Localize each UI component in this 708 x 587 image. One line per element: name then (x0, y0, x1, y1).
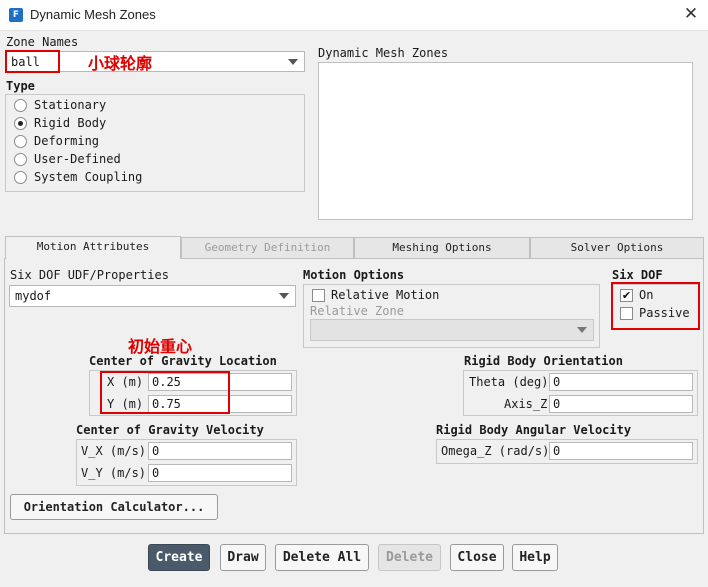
close-icon[interactable]: ✕ (680, 3, 702, 25)
chevron-down-icon (577, 327, 587, 333)
annotation-ball-outline: 小球轮廓 (88, 54, 153, 73)
radio-system-coupling[interactable] (14, 171, 27, 184)
tab-meshing-options[interactable]: Meshing Options (354, 237, 530, 259)
axis-z-label: Axis_Z (504, 397, 548, 411)
relative-motion-label: Relative Motion (331, 288, 440, 302)
vx-input[interactable]: 0 (148, 442, 292, 460)
theta-input[interactable]: 0 (549, 373, 693, 391)
tab-motion-attributes[interactable]: Motion Attributes (5, 236, 181, 259)
dynamic-zones-list[interactable] (318, 62, 693, 220)
six-dof-label: Six DOF (612, 268, 663, 282)
radio-user-defined-label: User-Defined (34, 152, 121, 166)
zone-names-label: Zone Names (6, 35, 79, 49)
six-dof-udf-label: Six DOF UDF/Properties (10, 268, 169, 282)
vy-input[interactable]: 0 (148, 464, 292, 482)
highlight-zone-name (5, 50, 60, 73)
cg-velocity-label: Center of Gravity Velocity (76, 423, 264, 437)
highlight-six-dof (611, 282, 700, 330)
radio-stationary-label: Stationary (34, 98, 107, 112)
highlight-cg-location (100, 371, 230, 414)
vx-label: V_X (m/s) (81, 444, 147, 458)
dynamic-zones-label: Dynamic Mesh Zones (318, 46, 449, 60)
radio-deforming-label: Deforming (34, 134, 100, 148)
chevron-down-icon (288, 59, 298, 65)
close-button[interactable]: Close (450, 544, 504, 571)
delete-button[interactable]: Delete (378, 544, 441, 571)
title-bar: F Dynamic Mesh Zones ✕ (0, 0, 708, 31)
radio-stationary[interactable] (14, 99, 27, 112)
relative-zone-label: Relative Zone (310, 304, 404, 318)
six-dof-udf-dropdown[interactable]: mydof (9, 285, 296, 307)
six-dof-udf-value: mydof (15, 289, 52, 303)
theta-label: Theta (deg) (469, 375, 549, 389)
draw-button[interactable]: Draw (220, 544, 266, 571)
rb-angular-velocity-label: Rigid Body Angular Velocity (436, 423, 632, 437)
help-button[interactable]: Help (512, 544, 558, 571)
app-icon: F (9, 8, 23, 22)
vy-label: V_Y (m/s) (81, 466, 147, 480)
tab-geometry-definition[interactable]: Geometry Definition (181, 237, 354, 259)
rb-orientation-label: Rigid Body Orientation (464, 354, 623, 368)
cg-location-label: Center of Gravity Location (89, 354, 277, 368)
motion-options-label: Motion Options (303, 268, 405, 282)
relative-motion-checkbox[interactable] (312, 289, 325, 302)
chevron-down-icon (279, 293, 289, 299)
omega-z-label: Omega_Z (rad/s) (441, 444, 550, 458)
create-button[interactable]: Create (148, 544, 210, 571)
radio-deforming[interactable] (14, 135, 27, 148)
relative-zone-dropdown[interactable] (310, 319, 594, 341)
axis-z-input[interactable]: 0 (549, 395, 693, 413)
radio-system-coupling-label: System Coupling (34, 170, 143, 184)
delete-all-button[interactable]: Delete All (275, 544, 369, 571)
orientation-calculator-button[interactable]: Orientation Calculator... (10, 494, 218, 520)
radio-rigid-body-label: Rigid Body (34, 116, 107, 130)
radio-rigid-body[interactable] (14, 117, 27, 130)
type-label: Type (6, 79, 35, 93)
omega-z-input[interactable]: 0 (549, 442, 693, 460)
tab-solver-options[interactable]: Solver Options (530, 237, 704, 259)
radio-user-defined[interactable] (14, 153, 27, 166)
window-title: Dynamic Mesh Zones (30, 7, 156, 22)
